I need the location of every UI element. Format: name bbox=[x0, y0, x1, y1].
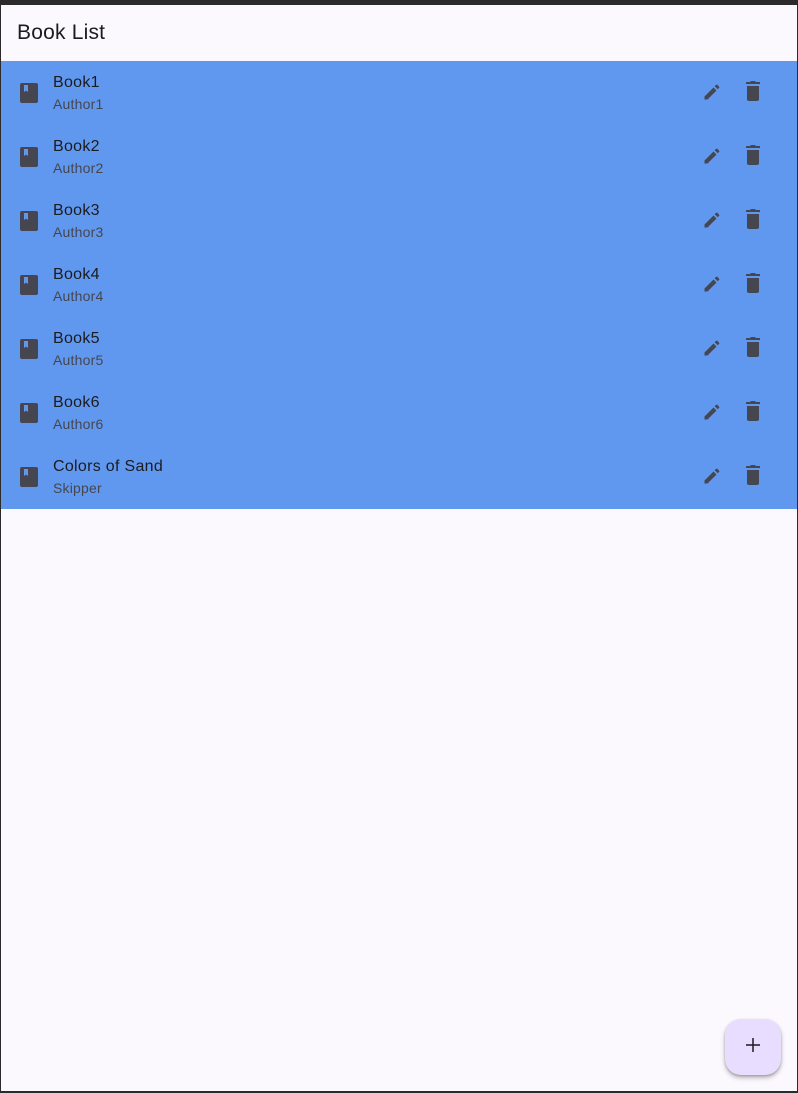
book-text: Book1 Author1 bbox=[53, 72, 693, 114]
book-icon bbox=[20, 403, 38, 423]
pencil-icon bbox=[703, 209, 723, 234]
book-text: Book6 Author6 bbox=[53, 392, 693, 434]
book-text: Book4 Author4 bbox=[53, 264, 693, 306]
pencil-icon bbox=[703, 465, 723, 490]
add-book-button[interactable] bbox=[725, 1019, 781, 1075]
book-title: Book4 bbox=[53, 266, 100, 283]
book-list-item[interactable]: Colors of Sand Skipper bbox=[1, 445, 797, 509]
trash-icon bbox=[745, 144, 761, 170]
book-icon bbox=[20, 211, 38, 231]
app-bar: Book List bbox=[1, 5, 797, 61]
book-author: Author2 bbox=[53, 160, 104, 176]
book-icon bbox=[20, 147, 38, 167]
book-title: Book2 bbox=[53, 138, 100, 155]
book-text: Book2 Author2 bbox=[53, 136, 693, 178]
trash-icon bbox=[745, 272, 761, 298]
row-actions bbox=[693, 393, 773, 433]
app-window: Book List Book1 Author1 Book2 Author2 Book3 A… bbox=[1, 5, 797, 1091]
book-list: Book1 Author1 Book2 Author2 Book3 Author3 Book… bbox=[1, 61, 797, 509]
book-list-item[interactable]: Book6 Author6 bbox=[1, 381, 797, 445]
pencil-icon bbox=[703, 401, 723, 426]
book-author: Author1 bbox=[53, 96, 104, 112]
edit-button[interactable] bbox=[693, 457, 733, 497]
book-author: Author6 bbox=[53, 416, 104, 432]
book-icon bbox=[20, 275, 38, 295]
book-text: Book5 Author5 bbox=[53, 328, 693, 370]
pencil-icon bbox=[703, 337, 723, 362]
delete-button[interactable] bbox=[733, 329, 773, 369]
book-list-item[interactable]: Book3 Author3 bbox=[1, 189, 797, 253]
book-author: Author3 bbox=[53, 224, 104, 240]
trash-icon bbox=[745, 400, 761, 426]
row-actions bbox=[693, 137, 773, 177]
delete-button[interactable] bbox=[733, 73, 773, 113]
row-actions bbox=[693, 329, 773, 369]
row-actions bbox=[693, 201, 773, 241]
book-list-item[interactable]: Book1 Author1 bbox=[1, 61, 797, 125]
book-author: Skipper bbox=[53, 480, 102, 496]
trash-icon bbox=[745, 336, 761, 362]
row-actions bbox=[693, 457, 773, 497]
edit-button[interactable] bbox=[693, 201, 733, 241]
book-title: Book5 bbox=[53, 330, 100, 347]
trash-icon bbox=[745, 464, 761, 490]
book-icon bbox=[20, 467, 38, 487]
delete-button[interactable] bbox=[733, 457, 773, 497]
delete-button[interactable] bbox=[733, 265, 773, 305]
page-title: Book List bbox=[17, 21, 106, 44]
book-title: Book3 bbox=[53, 202, 100, 219]
book-list-item[interactable]: Book5 Author5 bbox=[1, 317, 797, 381]
edit-button[interactable] bbox=[693, 265, 733, 305]
delete-button[interactable] bbox=[733, 137, 773, 177]
book-title: Book1 bbox=[53, 74, 100, 91]
row-actions bbox=[693, 73, 773, 113]
pencil-icon bbox=[703, 273, 723, 298]
trash-icon bbox=[745, 208, 761, 234]
book-title: Book6 bbox=[53, 394, 100, 411]
book-text: Book3 Author3 bbox=[53, 200, 693, 242]
edit-button[interactable] bbox=[693, 329, 733, 369]
pencil-icon bbox=[703, 145, 723, 170]
row-actions bbox=[693, 265, 773, 305]
book-list-item[interactable]: Book4 Author4 bbox=[1, 253, 797, 317]
trash-icon bbox=[745, 80, 761, 106]
edit-button[interactable] bbox=[693, 137, 733, 177]
book-text: Colors of Sand Skipper bbox=[53, 456, 693, 498]
delete-button[interactable] bbox=[733, 393, 773, 433]
book-list-item[interactable]: Book2 Author2 bbox=[1, 125, 797, 189]
book-author: Author4 bbox=[53, 288, 104, 304]
plus-icon bbox=[746, 1037, 760, 1057]
book-icon bbox=[20, 83, 38, 103]
delete-button[interactable] bbox=[733, 201, 773, 241]
pencil-icon bbox=[703, 81, 723, 106]
book-icon bbox=[20, 339, 38, 359]
edit-button[interactable] bbox=[693, 393, 733, 433]
book-author: Author5 bbox=[53, 352, 104, 368]
edit-button[interactable] bbox=[693, 73, 733, 113]
book-title: Colors of Sand bbox=[53, 458, 164, 475]
